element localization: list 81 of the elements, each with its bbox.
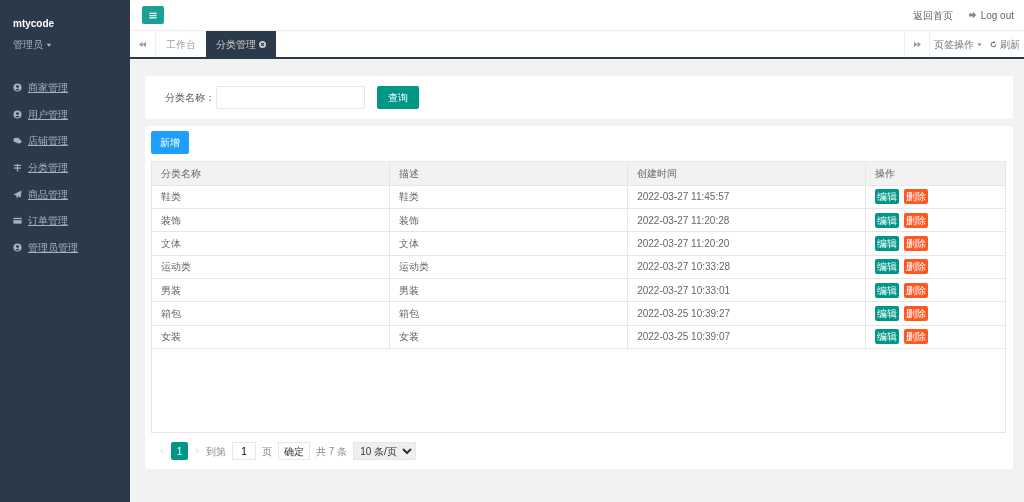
sidebar-item[interactable]: 店铺管理: [0, 127, 130, 155]
table-cell: 装饰: [389, 208, 628, 232]
chevron-right-icon: [194, 447, 200, 455]
sidebar-item[interactable]: 商品管理: [0, 180, 130, 208]
user-icon: [13, 82, 22, 92]
delete-button[interactable]: 删除: [904, 236, 929, 252]
column-header: 创建时间: [627, 162, 866, 186]
tabs-forward-button[interactable]: [904, 31, 930, 57]
table-cell: 运动类: [152, 255, 390, 279]
double-right-icon: [913, 40, 921, 48]
table-cell: 女装: [152, 325, 390, 349]
user-menu[interactable]: 管理员: [0, 37, 52, 52]
table-cell: 文体: [152, 231, 390, 256]
edit-button[interactable]: 编辑: [875, 259, 900, 275]
table-cell: 男装: [152, 278, 390, 302]
table-cell: 2022-03-27 11:20:28: [627, 208, 866, 232]
delete-button[interactable]: 删除: [904, 305, 929, 321]
table-cell: 箱包: [152, 301, 390, 326]
delete-button[interactable]: 删除: [904, 259, 929, 275]
table-cell: 女装: [389, 325, 628, 349]
table-cell: 男装: [389, 278, 628, 302]
close-icon: [259, 40, 266, 48]
column-header: 分类名称: [152, 162, 390, 186]
field-label: 分类名称：: [165, 91, 216, 105]
caret-icon: [46, 41, 52, 48]
edit-button[interactable]: 编辑: [875, 329, 900, 345]
search-field[interactable]: [216, 86, 365, 109]
edit-button[interactable]: 编辑: [875, 282, 900, 298]
table-cell: 2022-03-25 10:39:27: [627, 301, 866, 326]
page-size-select[interactable]: 10 条/页: [353, 442, 417, 460]
edit-button[interactable]: 编辑: [875, 212, 900, 228]
card-icon: [13, 216, 22, 226]
goto-label: 到第: [206, 444, 226, 459]
chevron-left-icon: [159, 447, 165, 455]
table-cell: 运动类: [389, 255, 628, 279]
refresh-icon: [990, 40, 997, 48]
list-icon: [13, 162, 22, 172]
paper-plane-icon: [13, 189, 22, 199]
sidebar-item[interactable]: 管理员管理: [0, 234, 130, 261]
table-cell: 2022-03-25 10:39:07: [627, 325, 866, 349]
total-count: 共 7 条: [316, 444, 348, 459]
chat-icon: [13, 136, 22, 146]
table-cell: 箱包: [389, 301, 628, 326]
user-icon: [13, 109, 22, 119]
table-cell: 2022-03-27 11:45:57: [627, 185, 866, 209]
sidebar-item[interactable]: 分类管理: [0, 154, 130, 181]
table-cell: 鞋类: [152, 185, 390, 209]
logout-link[interactable]: Log out: [968, 7, 1014, 23]
logout-icon: [968, 11, 977, 19]
sidebar-item[interactable]: 用户管理: [0, 100, 130, 128]
edit-button[interactable]: 编辑: [875, 236, 900, 252]
user-icon: [13, 242, 22, 252]
page-unit-label: 页: [262, 444, 272, 459]
caret-icon: [977, 41, 982, 47]
add-button[interactable]: 新增: [151, 131, 189, 154]
search-button[interactable]: 查询: [377, 86, 419, 109]
table-cell: 2022-03-27 10:33:28: [627, 255, 866, 279]
edit-button[interactable]: 编辑: [875, 189, 900, 205]
confirm-button[interactable]: 确定: [278, 442, 310, 460]
page-button[interactable]: 1: [171, 442, 188, 460]
delete-button[interactable]: 删除: [904, 282, 929, 298]
table-cell: 2022-03-27 11:20:20: [627, 231, 866, 256]
double-left-icon: [139, 40, 146, 48]
brand-name: mtycode: [12, 17, 56, 31]
column-header: 描述: [389, 162, 628, 186]
table-cell: 2022-03-27 10:33:01: [627, 278, 866, 302]
sidebar-item[interactable]: 商家管理: [0, 74, 130, 101]
column-header: 操作: [865, 162, 1005, 186]
edit-button[interactable]: 编辑: [875, 305, 900, 321]
menu-button[interactable]: [142, 6, 164, 24]
table-cell: 文体: [389, 231, 628, 256]
sidebar-item[interactable]: 订单管理: [0, 207, 130, 235]
table-cell: 鞋类: [389, 185, 628, 209]
tab[interactable]: 分类管理: [206, 31, 276, 57]
delete-button[interactable]: 删除: [904, 329, 929, 345]
table-cell: 装饰: [152, 208, 390, 232]
delete-button[interactable]: 删除: [904, 189, 929, 205]
menu-icon: [149, 11, 157, 19]
home-link[interactable]: 返回首页: [912, 7, 953, 23]
page-input[interactable]: 1: [232, 442, 256, 460]
delete-button[interactable]: 删除: [904, 212, 929, 228]
